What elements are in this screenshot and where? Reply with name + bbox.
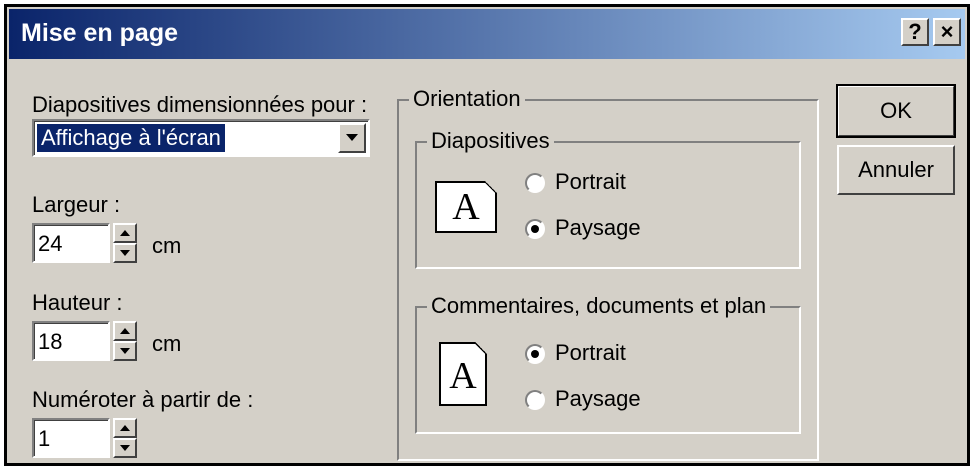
radio-dot (531, 350, 539, 358)
number-spinner[interactable] (113, 418, 137, 458)
height-value: 18 (38, 329, 63, 354)
slides-group-title: Diapositives (427, 128, 554, 154)
number-from-label: Numéroter à partir de : (32, 387, 254, 412)
dropdown-arrow-button[interactable] (338, 123, 366, 153)
arrow-down-icon (120, 250, 130, 256)
height-spin-up[interactable] (113, 321, 137, 341)
page-setup-dialog: Mise en page ? × Diapositives dimensionn… (4, 4, 970, 466)
title-bar[interactable]: Mise en page ? × (9, 9, 965, 59)
width-input[interactable]: 24 (32, 223, 110, 263)
slide-size-label: Diapositives dimensionnées pour : (32, 92, 368, 117)
slides-landscape-label[interactable]: Paysage (555, 215, 641, 241)
notes-portrait-label[interactable]: Portrait (555, 340, 626, 366)
slides-group: Diapositives A Portrait Paysage (415, 128, 801, 269)
page-fold-icon (475, 342, 487, 354)
number-from-value: 1 (38, 426, 51, 451)
arrow-down-icon (120, 445, 130, 451)
cancel-button[interactable]: Annuler (837, 145, 955, 195)
number-spin-up[interactable] (113, 418, 137, 438)
notes-icon-letter: A (449, 355, 477, 397)
arrow-up-icon (120, 230, 130, 236)
slide-icon-letter: A (452, 186, 480, 228)
orientation-title: Orientation (409, 86, 525, 112)
number-spin-down[interactable] (113, 438, 137, 458)
slides-portrait-radio[interactable] (525, 173, 545, 193)
notes-portrait-radio[interactable] (525, 344, 545, 364)
chevron-down-icon (346, 134, 358, 141)
height-spinner[interactable] (113, 321, 137, 361)
radio-dot (531, 225, 539, 233)
ok-button[interactable]: OK (836, 84, 956, 138)
width-spin-up[interactable] (113, 223, 137, 243)
dialog-title: Mise en page (21, 19, 178, 47)
slide-orientation-icon: A (435, 181, 497, 233)
notes-group: Commentaires, documents et plan A Portra… (415, 293, 801, 434)
notes-landscape-label[interactable]: Paysage (555, 386, 641, 412)
slides-portrait-label[interactable]: Portrait (555, 169, 626, 195)
help-button[interactable]: ? (901, 18, 929, 46)
height-spin-down[interactable] (113, 341, 137, 361)
width-value: 24 (38, 231, 63, 256)
slide-size-dropdown[interactable]: Affichage à l'écran (32, 119, 370, 157)
width-unit: cm (152, 233, 182, 258)
notes-group-title: Commentaires, documents et plan (427, 293, 771, 319)
height-label: Hauteur : (32, 290, 123, 315)
height-unit: cm (152, 331, 182, 356)
width-label: Largeur : (32, 192, 121, 217)
orientation-group: Orientation Diapositives A Portrait Pays… (397, 86, 819, 461)
slides-landscape-radio[interactable] (525, 219, 545, 239)
height-input[interactable]: 18 (32, 321, 110, 361)
number-from-input[interactable]: 1 (32, 418, 110, 458)
notes-orientation-icon: A (439, 342, 487, 406)
close-button[interactable]: × (933, 18, 961, 46)
width-spinner[interactable] (113, 223, 137, 263)
slide-size-value: Affichage à l'écran (37, 124, 225, 152)
arrow-up-icon (120, 425, 130, 431)
notes-landscape-radio[interactable] (525, 390, 545, 410)
width-spin-down[interactable] (113, 243, 137, 263)
arrow-up-icon (120, 328, 130, 334)
arrow-down-icon (120, 348, 130, 354)
